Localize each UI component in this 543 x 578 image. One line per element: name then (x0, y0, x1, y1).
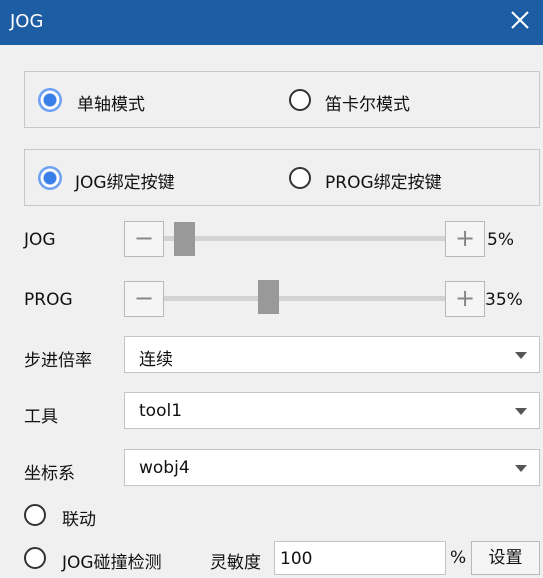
sensitivity-value: 100 (280, 549, 313, 569)
collision-radio[interactable] (24, 547, 46, 569)
window-title: JOG (10, 11, 44, 32)
collision-label: JOG碰撞检测 (62, 553, 162, 573)
prog-decrease-button[interactable]: − (124, 281, 164, 317)
chevron-down-icon (515, 408, 527, 415)
title-bar: JOG (0, 0, 543, 45)
tool-select[interactable]: tool1 (124, 392, 540, 429)
set-button[interactable]: 设置 (471, 541, 540, 575)
sensitivity-label: 灵敏度 (210, 553, 261, 573)
sensitivity-input[interactable]: 100 (274, 541, 446, 575)
radio-single-axis-label: 单轴模式 (77, 95, 145, 115)
percent-unit: % (450, 548, 467, 568)
linkage-radio[interactable] (24, 504, 46, 526)
jog-increase-button[interactable]: + (445, 221, 485, 257)
radio-jog-binding-label: JOG绑定按键 (75, 173, 175, 193)
chevron-down-icon (515, 465, 527, 472)
step-rate-value: 连续 (139, 350, 173, 370)
prog-slider-track[interactable] (164, 296, 445, 301)
radio-jog-binding[interactable] (39, 167, 61, 189)
tool-value: tool1 (139, 401, 183, 421)
tool-label: 工具 (24, 407, 58, 427)
step-rate-select[interactable]: 连续 (124, 336, 540, 373)
radio-prog-binding[interactable] (289, 167, 311, 189)
linkage-label: 联动 (62, 510, 96, 530)
step-rate-label: 步进倍率 (24, 351, 92, 371)
radio-single-axis[interactable] (39, 89, 61, 111)
prog-percent-value: 35% (485, 290, 523, 310)
coord-label: 坐标系 (24, 464, 75, 484)
chevron-down-icon (515, 352, 527, 359)
jog-slider-track[interactable] (164, 236, 445, 241)
jog-slider-label: JOG (24, 230, 56, 250)
prog-slider-thumb[interactable] (258, 280, 280, 314)
coord-value: wobj4 (139, 458, 190, 478)
radio-cartesian-label: 笛卡尔模式 (325, 95, 410, 115)
radio-cartesian[interactable] (289, 89, 311, 111)
prog-increase-button[interactable]: + (445, 281, 485, 317)
jog-slider-thumb[interactable] (174, 222, 196, 256)
jog-decrease-button[interactable]: − (124, 221, 164, 257)
close-icon[interactable] (508, 8, 532, 32)
prog-slider-label: PROG (24, 290, 73, 310)
radio-prog-binding-label: PROG绑定按键 (325, 173, 442, 193)
binding-group: JOG绑定按键 PROG绑定按键 (24, 149, 540, 206)
mode-group: 单轴模式 笛卡尔模式 (24, 71, 540, 128)
coord-select[interactable]: wobj4 (124, 449, 540, 486)
jog-percent-value: 5% (487, 230, 514, 250)
